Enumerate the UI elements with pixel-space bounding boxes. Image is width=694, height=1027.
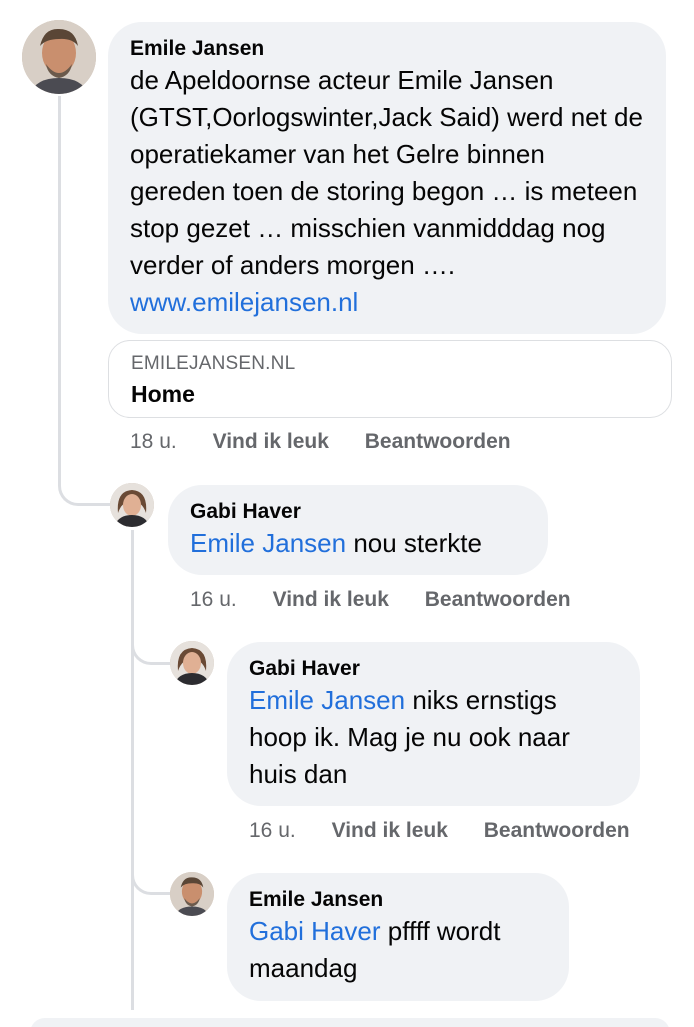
comment-author[interactable]: Emile Jansen <box>130 36 644 62</box>
comment-timestamp: 16 u. <box>249 819 296 842</box>
link-preview-title: Home <box>131 381 195 407</box>
comment-text: de Apeldoornse acteur Emile Jansen (GTST… <box>130 65 643 317</box>
comment-timestamp: 18 u. <box>130 430 177 453</box>
comment-author[interactable]: Gabi Haver <box>190 499 526 525</box>
reply-button[interactable]: Beantwoorden <box>484 817 630 845</box>
mention-link[interactable]: Emile Jansen <box>190 528 346 558</box>
comment-actions-3: 16 u. Vind ik leuk Beantwoorden <box>249 817 660 845</box>
thread-elbow-reply-2 <box>131 615 171 665</box>
mention-link[interactable]: Gabi Haver <box>249 916 381 946</box>
comment-author[interactable]: Gabi Haver <box>249 656 618 682</box>
like-button[interactable]: Vind ik leuk <box>332 817 448 845</box>
like-button[interactable]: Vind ik leuk <box>213 428 329 456</box>
mention-link[interactable]: Emile Jansen <box>249 685 405 715</box>
comment-bubble-3[interactable]: Gabi Haver Emile Jansen niks ernstigs ho… <box>227 642 640 806</box>
comment-text: Emile Jansen niks ernstigs hoop ik. Mag … <box>249 685 570 789</box>
link-preview-card[interactable]: EMILEJANSEN.NL Home <box>108 340 672 418</box>
comment-text: Emile Jansen nou sterkte <box>190 528 482 558</box>
profile-photo-icon <box>22 20 96 94</box>
profile-photo-icon <box>170 872 214 916</box>
comment-actions-1: 18 u. Vind ik leuk Beantwoorden <box>130 428 541 456</box>
like-button[interactable]: Vind ik leuk <box>273 586 389 614</box>
reply-button[interactable]: Beantwoorden <box>425 586 571 614</box>
website-link[interactable]: www.emilejansen.nl <box>130 287 358 317</box>
avatar-gabi-haver[interactable] <box>110 483 154 527</box>
next-comment-edge <box>30 1018 670 1027</box>
avatar-gabi-haver[interactable] <box>170 641 214 685</box>
thread-elbow-reply-3 <box>131 845 171 895</box>
comment-bubble-2[interactable]: Gabi Haver Emile Jansen nou sterkte <box>168 485 548 575</box>
profile-photo-icon <box>170 641 214 685</box>
reply-button[interactable]: Beantwoorden <box>365 428 511 456</box>
link-preview-domain: EMILEJANSEN.NL <box>131 353 296 374</box>
comment-bubble-4[interactable]: Emile Jansen Gabi Haver pffff wordt maan… <box>227 873 569 1001</box>
comment-timestamp: 16 u. <box>190 588 237 611</box>
comment-actions-2: 16 u. Vind ik leuk Beantwoorden <box>190 586 601 614</box>
thread-line-main <box>58 96 61 476</box>
profile-photo-icon <box>110 483 154 527</box>
thread-elbow-reply-1 <box>58 460 110 506</box>
thread-line-replies <box>131 530 134 1010</box>
comment-author[interactable]: Emile Jansen <box>249 887 547 913</box>
avatar-emile-jansen[interactable] <box>22 20 96 94</box>
comment-bubble-1[interactable]: Emile Jansen de Apeldoornse acteur Emile… <box>108 22 666 334</box>
avatar-emile-jansen[interactable] <box>170 872 214 916</box>
comment-text: Gabi Haver pffff wordt maandag <box>249 916 501 983</box>
